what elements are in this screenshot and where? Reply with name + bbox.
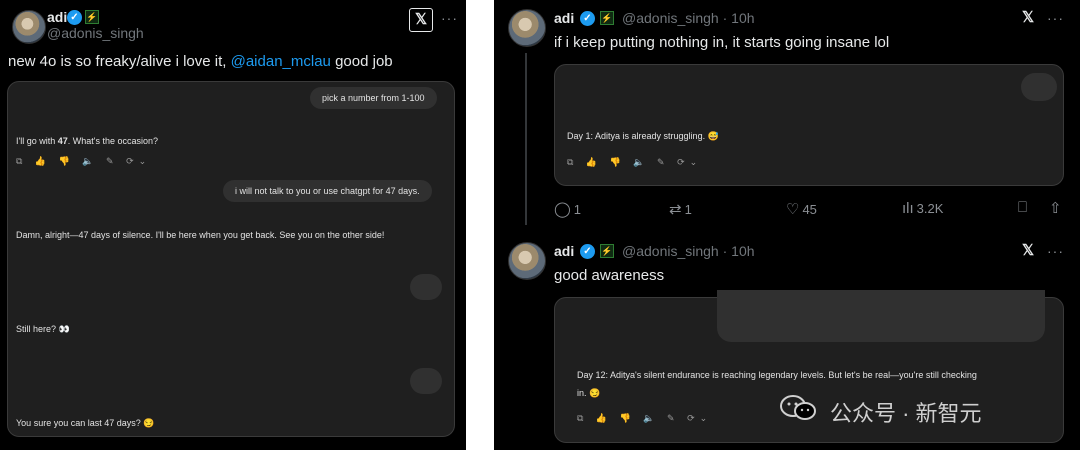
- watermark-text: 公众号 · 新智元: [830, 401, 982, 426]
- heart-icon: ♡: [786, 201, 800, 218]
- x-logo-icon[interactable]: 𝕏: [1016, 240, 1040, 264]
- lightning-badge-icon: ⚡: [85, 10, 99, 24]
- repost-icon: ⇄: [669, 201, 682, 218]
- left-tweet-card: adi ✓ ⚡ @adonis_singh 𝕏 ··· new 4o is so…: [0, 0, 466, 450]
- user-message-bubble: pick a number from 1-100: [310, 87, 437, 109]
- lightning-badge-icon: ⚡: [600, 11, 614, 25]
- share-button[interactable]: ⇧: [1049, 199, 1065, 217]
- verified-check-icon: ✓: [580, 11, 595, 26]
- bookmark-button[interactable]: ⎕: [1018, 199, 1030, 216]
- tweet-text: if i keep putting nothing in, it starts …: [554, 34, 890, 51]
- bookmark-icon: ⎕: [1018, 199, 1028, 216]
- empty-user-bubble: [410, 274, 442, 300]
- verified-check-icon: ✓: [67, 10, 82, 25]
- avatar[interactable]: [508, 242, 546, 280]
- x-logo-icon[interactable]: 𝕏: [1016, 7, 1040, 31]
- chat-screenshot: Day 1: Aditya is already struggling. 😅 ⧉…: [554, 64, 1064, 186]
- assistant-reply: I'll go with 47. What's the occasion?: [16, 136, 159, 146]
- tweet-text: new 4o is so freaky/alive i love it, @ai…: [8, 53, 393, 70]
- avatar[interactable]: [508, 9, 546, 47]
- right-thread-card: adi ✓ ⚡ @adonis_singh · 10h 𝕏 ··· if i k…: [494, 0, 1080, 450]
- message-action-icons[interactable]: ⧉ 👍 👎 🔈 ✎ ⟳⌄: [577, 413, 712, 424]
- tweet-text: good awareness: [554, 267, 665, 284]
- like-button[interactable]: ♡ 45: [786, 200, 817, 218]
- assistant-reply: Still here? 👀: [16, 324, 70, 334]
- empty-user-bubble: [410, 368, 442, 394]
- assistant-reply: You sure you can last 47 days? 😏: [16, 418, 155, 428]
- avatar[interactable]: [12, 10, 46, 44]
- assistant-reply-line-1: Day 12: Aditya's silent endurance is rea…: [577, 370, 977, 380]
- author-handle[interactable]: @adonis_singh · 10h: [622, 10, 755, 26]
- author-handle[interactable]: @adonis_singh: [47, 25, 144, 41]
- repost-button[interactable]: ⇄ 1: [669, 200, 692, 218]
- views-button[interactable]: ılı 3.2K: [902, 200, 943, 217]
- x-logo-icon[interactable]: 𝕏: [409, 8, 433, 32]
- more-dots-icon[interactable]: ···: [1047, 243, 1064, 259]
- message-action-icons[interactable]: ⧉ 👍 👎 🔈 ✎ ⟳⌄: [567, 157, 702, 168]
- author-handle[interactable]: @adonis_singh · 10h: [622, 243, 755, 259]
- assistant-reply-line-2: in. 😏: [577, 388, 601, 398]
- verified-check-icon: ✓: [580, 244, 595, 259]
- reply-icon: ◯: [554, 201, 571, 218]
- author-name[interactable]: adi: [554, 10, 574, 26]
- reply-button[interactable]: ◯ 1: [554, 200, 581, 218]
- author-name[interactable]: adi: [47, 9, 67, 25]
- assistant-reply: Damn, alright—47 days of silence. I'll b…: [16, 230, 385, 240]
- user-message-bubble: i will not talk to you or use chatgpt fo…: [223, 180, 432, 202]
- more-dots-icon[interactable]: ···: [441, 10, 458, 26]
- user-message-bubble: [717, 290, 1045, 342]
- message-action-icons[interactable]: ⧉ 👍 👎 🔈 ✎ ⟳⌄: [16, 156, 151, 167]
- share-icon: ⇧: [1049, 200, 1062, 217]
- author-name[interactable]: adi: [554, 243, 574, 259]
- empty-user-bubble: [1021, 73, 1057, 101]
- chat-screenshot: pick a number from 1-100 I'll go with 47…: [7, 81, 455, 437]
- mention-link[interactable]: @aidan_mclau: [231, 53, 331, 70]
- thread-connector: [525, 53, 527, 225]
- wechat-logo-icon: [780, 395, 816, 420]
- lightning-badge-icon: ⚡: [600, 244, 614, 258]
- assistant-reply: Day 1: Aditya is already struggling. 😅: [567, 131, 719, 141]
- more-dots-icon[interactable]: ···: [1047, 10, 1064, 26]
- views-icon: ılı: [902, 200, 914, 217]
